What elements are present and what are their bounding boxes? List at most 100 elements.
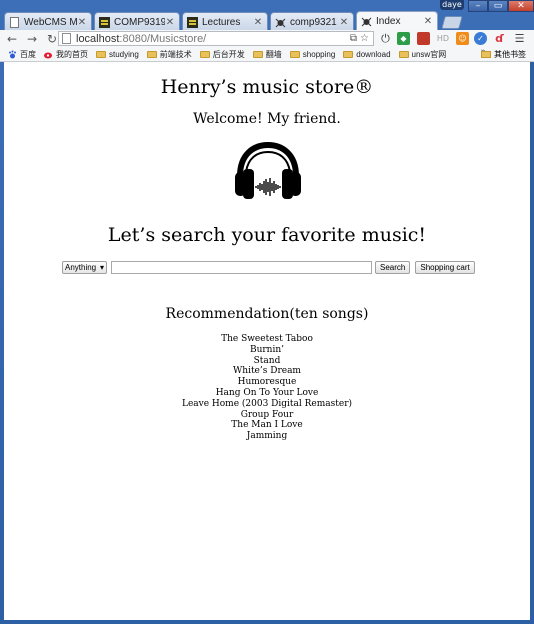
store-title: Henry’s music store®: [160, 76, 374, 98]
folder-icon: [398, 50, 409, 58]
bookmark-label: 翻墙: [265, 49, 282, 59]
tab-title: comp9321 We: [290, 16, 339, 28]
spider-icon: [275, 17, 286, 28]
close-icon[interactable]: ✕: [423, 16, 433, 27]
shopping-cart-button[interactable]: Shopping cart: [415, 260, 475, 274]
song-item[interactable]: Hang On To Your Love: [4, 388, 530, 399]
maximize-button[interactable]: ▭: [488, 0, 508, 12]
bookmark-shopping[interactable]: shopping: [289, 49, 336, 59]
tab-lectures[interactable]: Lectures ✕: [182, 12, 268, 31]
page-icon: [62, 33, 71, 44]
bookmark-label: unsw官网: [411, 49, 447, 59]
song-item[interactable]: The Man I Love: [4, 420, 530, 431]
search-input[interactable]: [111, 260, 372, 274]
chrome-extension-icon[interactable]: ✓: [474, 32, 487, 45]
song-item[interactable]: The Sweetest Taboo: [4, 334, 530, 345]
song-item[interactable]: Humoresque: [4, 377, 530, 388]
tab-title: Lectures: [202, 16, 241, 28]
cse-icon: [187, 16, 198, 28]
cse-icon: [99, 16, 110, 28]
new-tab-button[interactable]: [441, 16, 463, 29]
window-border-right: [530, 62, 534, 620]
bookmark-backend[interactable]: 后台开发: [199, 49, 245, 60]
song-item[interactable]: White’s Dream: [4, 366, 530, 377]
power-icon[interactable]: ⏻: [379, 32, 392, 45]
folder-icon: [252, 50, 263, 58]
headphones-logo-icon: [235, 142, 301, 199]
chevron-down-icon: ▾: [99, 262, 104, 272]
window-border-bottom: [0, 620, 534, 624]
star-icon[interactable]: ☆: [360, 33, 369, 44]
recommendation-heading: Recommendation(ten songs): [165, 306, 369, 322]
bookmarks-bar: 百度 我的首页 studying 前端技术 后台开发 翻墙 shopping d…: [0, 47, 534, 62]
forward-button[interactable]: →: [24, 31, 40, 47]
search-heading: Let’s search your favorite music!: [107, 224, 427, 246]
folder-icon: [289, 50, 300, 58]
song-item[interactable]: Jamming: [4, 431, 530, 442]
close-icon[interactable]: ✕: [165, 17, 175, 28]
song-item[interactable]: Stand: [4, 356, 530, 367]
bookmark-baidu[interactable]: 百度: [8, 49, 36, 60]
tab-title: Index: [376, 16, 401, 27]
window-close-button[interactable]: ✕: [508, 0, 534, 12]
url-path: :8080/Musicstore/: [119, 32, 207, 45]
shield-icon[interactable]: ◆: [397, 32, 410, 45]
spider-icon: [361, 16, 372, 27]
bookmark-label: studying: [109, 49, 139, 59]
d-extension-icon[interactable]: ɗ: [493, 32, 506, 45]
bookmark-label: 百度: [20, 49, 36, 59]
tab-title: COMP9319 16s: [114, 16, 165, 28]
translate-icon[interactable]: ⧉: [350, 33, 357, 44]
page-content: Henry’s music store® Welcome! My friend.…: [4, 62, 530, 620]
song-item[interactable]: Leave Home (2003 Digital Remaster): [4, 399, 530, 410]
folder-icon: [146, 50, 157, 58]
category-selected: Anything: [65, 262, 97, 272]
bookmark-label: shopping: [302, 49, 336, 59]
close-icon[interactable]: ✕: [339, 17, 349, 28]
bookmark-weibo[interactable]: 我的首页: [44, 49, 88, 60]
hd-extension-icon[interactable]: HD: [435, 32, 451, 45]
category-select[interactable]: Anything ▾: [62, 260, 107, 274]
folder-icon: [199, 50, 210, 58]
browser-toolbar: ← → ↻ localhost:8080/Musicstore/ ⧉ ☆ ⏻ ◆…: [0, 30, 534, 47]
menu-icon[interactable]: ☰: [513, 32, 526, 45]
bookmark-label: 其他书签: [494, 50, 526, 59]
search-button[interactable]: Search: [375, 260, 411, 274]
browser-window: WebCMS Mess ✕ COMP9319 16s ✕ Lectures ✕ …: [0, 0, 534, 624]
bookmark-label: download: [356, 49, 391, 59]
folder-icon: [96, 50, 106, 58]
song-item[interactable]: Group Four: [4, 410, 530, 421]
close-icon[interactable]: ✕: [77, 17, 87, 28]
search-form: Anything ▾ Search Shopping cart: [62, 260, 475, 274]
document-icon: [9, 16, 20, 28]
welcome-message: Welcome! My friend.: [193, 111, 341, 127]
orange-extension-icon[interactable]: ☺: [456, 32, 469, 45]
weibo-icon: [44, 50, 53, 59]
close-icon[interactable]: ✕: [253, 17, 263, 28]
tab-comp9321[interactable]: comp9321 We ✕: [270, 12, 354, 31]
tab-title: WebCMS Mess: [24, 16, 77, 28]
bookmark-download[interactable]: download: [343, 49, 391, 59]
bookmark-vpn[interactable]: 翻墙: [252, 49, 282, 60]
address-bar[interactable]: localhost:8080/Musicstore/ ⧉ ☆: [58, 31, 374, 46]
bookmark-studying[interactable]: studying: [96, 50, 139, 59]
tab-comp9319[interactable]: COMP9319 16s ✕: [94, 12, 180, 31]
song-list: The Sweetest Taboo Burnin’ Stand White’s…: [4, 334, 530, 442]
user-badge[interactable]: daye: [440, 0, 464, 10]
paw-icon: [8, 50, 17, 59]
other-bookmarks[interactable]: 其他书签: [481, 49, 526, 60]
bookmark-label: 我的首页: [56, 49, 88, 59]
url-host: localhost: [76, 32, 120, 45]
url-text[interactable]: localhost:8080/Musicstore/: [76, 33, 206, 45]
folder-icon: [481, 51, 491, 58]
folder-icon: [343, 50, 354, 58]
red-extension-icon[interactable]: [417, 32, 430, 45]
tab-index[interactable]: Index ✕: [356, 11, 438, 31]
bookmark-unsw[interactable]: unsw官网: [398, 49, 447, 60]
tab-webcms[interactable]: WebCMS Mess ✕: [4, 12, 92, 31]
bookmark-label: 后台开发: [212, 49, 245, 59]
song-item[interactable]: Burnin’: [4, 345, 530, 356]
back-button[interactable]: ←: [4, 31, 20, 47]
minimize-button[interactable]: –: [468, 0, 488, 12]
bookmark-frontend[interactable]: 前端技术: [146, 49, 192, 60]
